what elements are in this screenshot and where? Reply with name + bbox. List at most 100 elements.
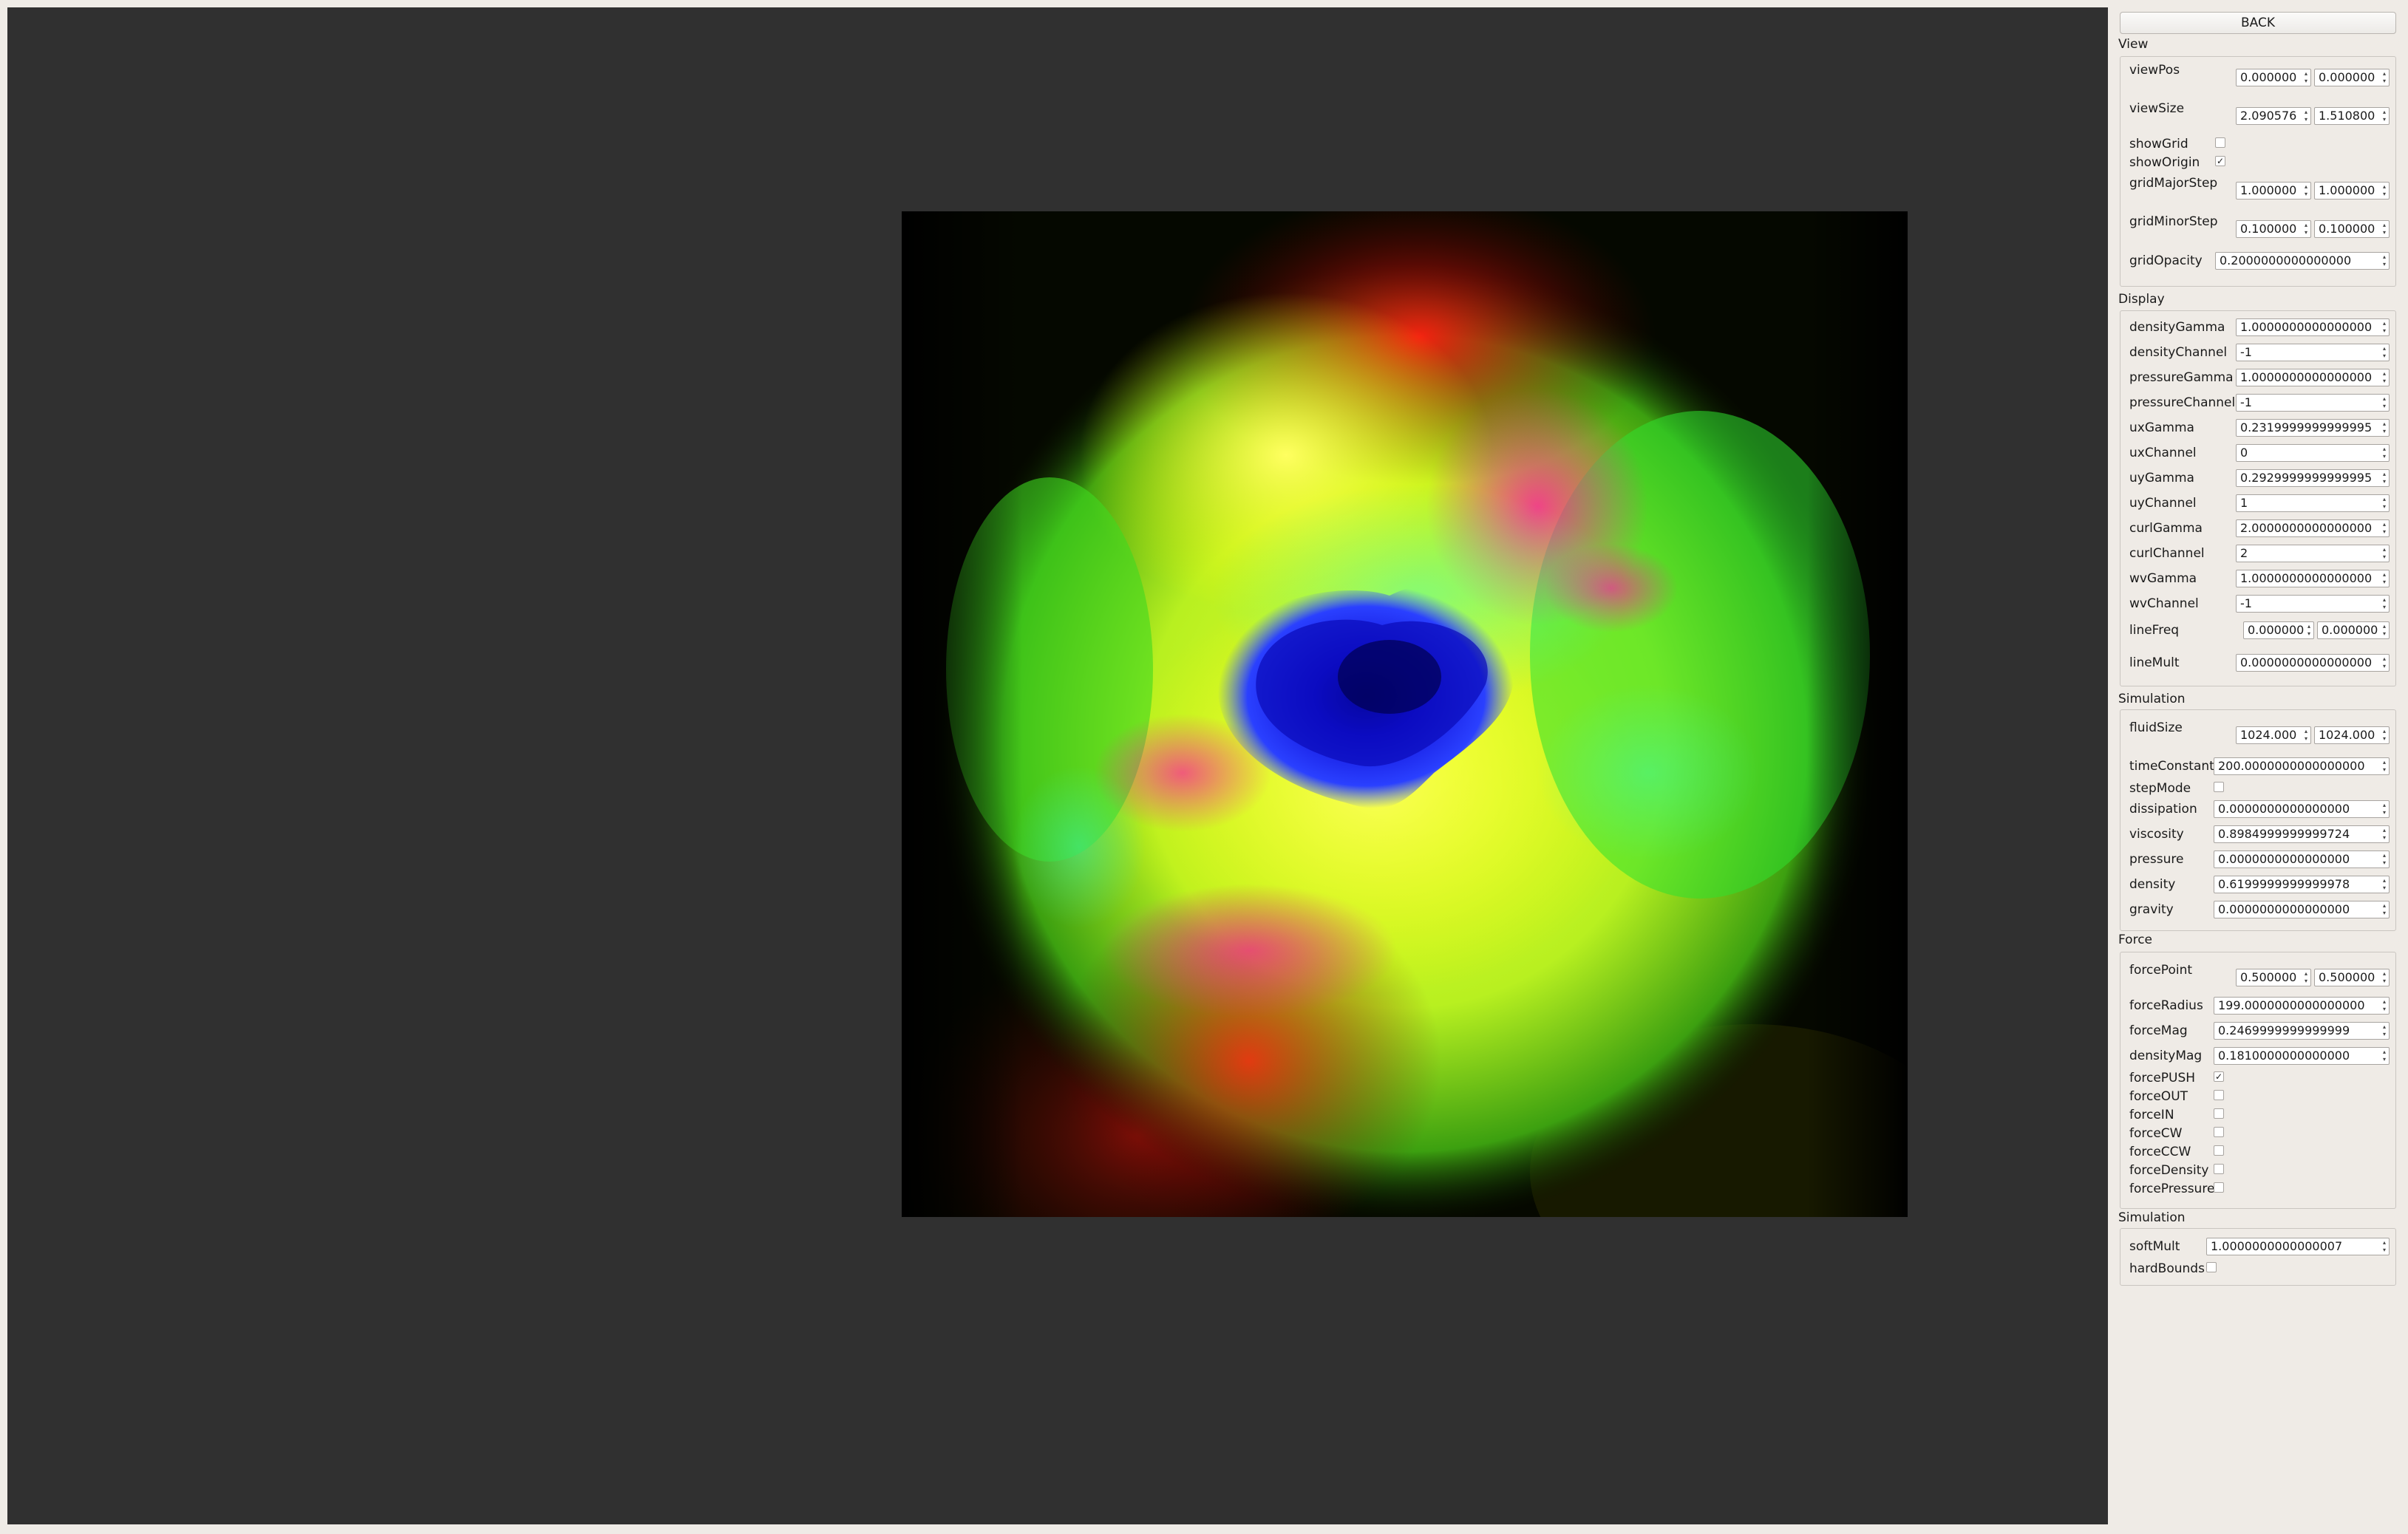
- back-button[interactable]: BACK: [2120, 12, 2396, 34]
- fluidsize-row: fluidSize 1024.000 ▴ ▾ 1024.000 ▴ ▾: [2120, 720, 2395, 746]
- viscosity-value: 0.8984999999999724: [2218, 827, 2350, 841]
- showorigin-checkbox[interactable]: ✓: [2215, 156, 2225, 166]
- spin-up-down-icon[interactable]: ▴ ▾: [2380, 826, 2389, 842]
- spin-up-down-icon[interactable]: ▴ ▾: [2380, 344, 2389, 361]
- forcepoint-y-spinbox[interactable]: 0.500000 ▴ ▾: [2314, 969, 2390, 986]
- stepmode-checkbox[interactable]: [2214, 782, 2224, 792]
- viewpos-x-spinbox[interactable]: 0.000000 ▴ ▾: [2236, 69, 2311, 86]
- wvchannel-spinbox[interactable]: -1 ▴ ▾: [2236, 595, 2390, 613]
- spin-up-down-icon[interactable]: ▴ ▾: [2380, 395, 2389, 411]
- fluidsize-x-spinbox[interactable]: 1024.000 ▴ ▾: [2236, 726, 2311, 744]
- linefreq-row: lineFreq 0.000000 ▴ ▾ 0.000000 ▴ ▾: [2120, 620, 2395, 641]
- spin-up-down-icon[interactable]: ▴ ▾: [2380, 851, 2389, 867]
- spin-up-down-icon[interactable]: ▴ ▾: [2302, 727, 2310, 743]
- spin-up-down-icon[interactable]: ▴ ▾: [2302, 69, 2310, 86]
- curlchannel-spinbox[interactable]: 2 ▴ ▾: [2236, 545, 2390, 562]
- pressure-spinbox[interactable]: 0.0000000000000000 ▴ ▾: [2214, 850, 2390, 868]
- viewsize-y-spinbox[interactable]: 1.510800 ▴ ▾: [2314, 107, 2390, 125]
- spin-up-down-icon[interactable]: ▴ ▾: [2305, 622, 2313, 638]
- forcepoint-y-value: 0.500000: [2319, 970, 2375, 984]
- forcein-checkbox[interactable]: [2214, 1108, 2224, 1119]
- spin-up-down-icon[interactable]: ▴ ▾: [2380, 108, 2389, 124]
- gridopacity-spinbox[interactable]: 0.2000000000000000 ▴ ▾: [2215, 252, 2390, 270]
- gridmajorstep-x-spinbox[interactable]: 1.000000 ▴ ▾: [2236, 182, 2311, 200]
- pressuregamma-spinbox[interactable]: 1.0000000000000000 ▴ ▾: [2236, 369, 2390, 386]
- uxchannel-spinbox[interactable]: 0 ▴ ▾: [2236, 444, 2390, 462]
- spin-up-down-icon[interactable]: ▴ ▾: [2302, 221, 2310, 237]
- wvgamma-spinbox[interactable]: 1.0000000000000000 ▴ ▾: [2236, 570, 2390, 587]
- forcemag-spinbox[interactable]: 0.2469999999999999 ▴ ▾: [2214, 1022, 2390, 1040]
- spin-up-down-icon[interactable]: ▴ ▾: [2380, 1048, 2389, 1064]
- uychannel-spinbox[interactable]: 1 ▴ ▾: [2236, 494, 2390, 512]
- viscosity-spinbox[interactable]: 0.8984999999999724 ▴ ▾: [2214, 825, 2390, 843]
- forceccw-checkbox[interactable]: [2214, 1145, 2224, 1156]
- spin-up-down-icon[interactable]: ▴ ▾: [2380, 1238, 2389, 1255]
- forcedensity-checkbox[interactable]: [2214, 1164, 2224, 1174]
- curlgamma-spinbox[interactable]: 2.0000000000000000 ▴ ▾: [2236, 519, 2390, 537]
- timeconstant-spinbox[interactable]: 200.0000000000000000 ▴ ▾: [2214, 757, 2390, 775]
- section-title-view: View: [2118, 37, 2149, 52]
- spin-up-down-icon[interactable]: ▴ ▾: [2380, 758, 2389, 774]
- fluid-render-canvas[interactable]: [902, 211, 1908, 1217]
- showgrid-checkbox[interactable]: [2215, 137, 2225, 148]
- spin-up-down-icon[interactable]: ▴ ▾: [2380, 369, 2389, 386]
- spin-up-down-icon[interactable]: ▴ ▾: [2380, 570, 2389, 587]
- spin-up-down-icon[interactable]: ▴ ▾: [2380, 520, 2389, 536]
- fluidsize-y-spinbox[interactable]: 1024.000 ▴ ▾: [2314, 726, 2390, 744]
- spin-up-down-icon[interactable]: ▴ ▾: [2380, 655, 2389, 671]
- gravity-spinbox[interactable]: 0.0000000000000000 ▴ ▾: [2214, 901, 2390, 918]
- forceradius-spinbox[interactable]: 199.0000000000000000 ▴ ▾: [2214, 997, 2390, 1015]
- viewsize-x-spinbox[interactable]: 2.090576 ▴ ▾: [2236, 107, 2311, 125]
- spin-up-down-icon[interactable]: ▴ ▾: [2380, 420, 2389, 436]
- viewpos-y-spinbox[interactable]: 0.000000 ▴ ▾: [2314, 69, 2390, 86]
- pressurechannel-spinbox[interactable]: -1 ▴ ▾: [2236, 394, 2390, 412]
- uxgamma-spinbox[interactable]: 0.2319999999999995 ▴ ▾: [2236, 419, 2390, 437]
- spin-up-down-icon[interactable]: ▴ ▾: [2380, 183, 2389, 199]
- forcepoint-x-spinbox[interactable]: 0.500000 ▴ ▾: [2236, 969, 2311, 986]
- spin-up-down-icon[interactable]: ▴ ▾: [2380, 901, 2389, 918]
- density-spinbox[interactable]: 0.6199999999999978 ▴ ▾: [2214, 876, 2390, 893]
- linefreq-y-spinbox[interactable]: 0.000000 ▴ ▾: [2317, 621, 2390, 639]
- spin-up-down-icon[interactable]: ▴ ▾: [2380, 596, 2389, 612]
- control-panel: BACK View viewPos 0.000000 ▴ ▾ 0.000000 ▴ ▾ …: [2112, 7, 2402, 1527]
- densitychannel-spinbox[interactable]: -1 ▴ ▾: [2236, 344, 2390, 361]
- spin-up-down-icon[interactable]: ▴ ▾: [2302, 969, 2310, 986]
- gridminorstep-y-spinbox[interactable]: 0.100000 ▴ ▾: [2314, 220, 2390, 238]
- forcepush-checkbox[interactable]: ✓: [2214, 1071, 2224, 1082]
- spin-up-down-icon[interactable]: ▴ ▾: [2380, 969, 2389, 986]
- dissipation-spinbox[interactable]: 0.0000000000000000 ▴ ▾: [2214, 800, 2390, 818]
- densitygamma-spinbox[interactable]: 1.0000000000000000 ▴ ▾: [2236, 318, 2390, 336]
- spin-up-down-icon[interactable]: ▴ ▾: [2302, 183, 2310, 199]
- spin-up-down-icon[interactable]: ▴ ▾: [2380, 495, 2389, 511]
- forceout-checkbox[interactable]: [2214, 1090, 2224, 1100]
- spin-up-down-icon[interactable]: ▴ ▾: [2380, 622, 2389, 638]
- spin-up-down-icon[interactable]: ▴ ▾: [2380, 727, 2389, 743]
- forcepressure-checkbox[interactable]: [2214, 1182, 2224, 1193]
- linefreq-x-spinbox[interactable]: 0.000000 ▴ ▾: [2243, 621, 2314, 639]
- uygamma-spinbox[interactable]: 0.2929999999999995 ▴ ▾: [2236, 469, 2390, 487]
- simulation-viewport[interactable]: [7, 7, 2108, 1524]
- spin-up-down-icon[interactable]: ▴ ▾: [2380, 801, 2389, 817]
- hardbounds-checkbox[interactable]: [2206, 1262, 2217, 1272]
- simulation2-group: softMult 1.0000000000000007 ▴ ▾ hardBounds: [2120, 1228, 2396, 1286]
- spin-up-down-icon[interactable]: ▴ ▾: [2302, 108, 2310, 124]
- spin-up-down-icon[interactable]: ▴ ▾: [2380, 319, 2389, 335]
- uygamma-value: 0.2929999999999995: [2240, 471, 2373, 485]
- gridminorstep-x-spinbox[interactable]: 0.100000 ▴ ▾: [2236, 220, 2311, 238]
- softmult-spinbox[interactable]: 1.0000000000000007 ▴ ▾: [2206, 1238, 2390, 1255]
- gridmajorstep-y-spinbox[interactable]: 1.000000 ▴ ▾: [2314, 182, 2390, 200]
- simulation-group: fluidSize 1024.000 ▴ ▾ 1024.000 ▴ ▾ timeCons…: [2120, 709, 2396, 931]
- spin-up-down-icon[interactable]: ▴ ▾: [2380, 221, 2389, 237]
- spin-up-down-icon[interactable]: ▴ ▾: [2380, 998, 2389, 1014]
- forcecw-checkbox[interactable]: [2214, 1127, 2224, 1137]
- checkmark-icon: ✓: [2214, 1071, 2223, 1082]
- spin-up-down-icon[interactable]: ▴ ▾: [2380, 545, 2389, 562]
- spin-up-down-icon[interactable]: ▴ ▾: [2380, 470, 2389, 486]
- spin-up-down-icon[interactable]: ▴ ▾: [2380, 445, 2389, 461]
- linemult-spinbox[interactable]: 0.0000000000000000 ▴ ▾: [2236, 654, 2390, 672]
- spin-up-down-icon[interactable]: ▴ ▾: [2380, 1023, 2389, 1039]
- spin-up-down-icon[interactable]: ▴ ▾: [2380, 876, 2389, 893]
- spin-up-down-icon[interactable]: ▴ ▾: [2380, 253, 2389, 269]
- spin-up-down-icon[interactable]: ▴ ▾: [2380, 69, 2389, 86]
- densitymag-spinbox[interactable]: 0.1810000000000000 ▴ ▾: [2214, 1047, 2390, 1065]
